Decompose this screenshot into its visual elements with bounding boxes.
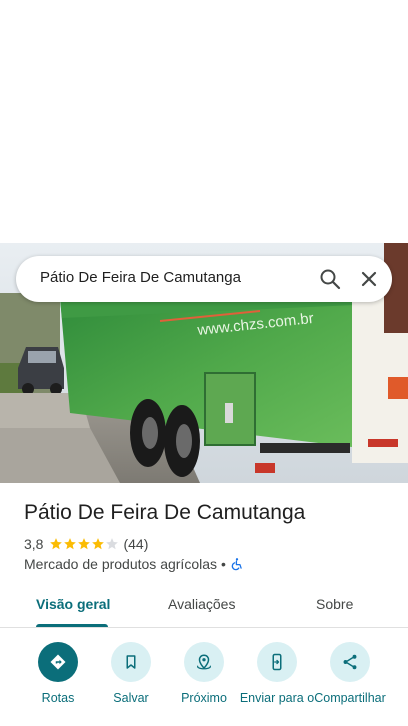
nearby-label: Próximo [181, 691, 227, 705]
search-input[interactable]: Pátio De Feira De Camutanga [40, 269, 290, 286]
star-icon [78, 538, 91, 550]
search-icon[interactable] [318, 267, 342, 291]
category-row: Mercado de produtos agrícolas • [24, 556, 244, 572]
directions-icon [38, 642, 78, 682]
active-tab-indicator [36, 624, 108, 627]
place-title: Pátio De Feira De Camutanga [24, 501, 306, 524]
share-icon [330, 642, 370, 682]
save-button[interactable]: Salvar [91, 642, 171, 706]
share-label: Compartilhar [314, 691, 386, 705]
save-label: Salvar [113, 691, 149, 705]
tab-overview[interactable]: Visão geral [36, 596, 110, 612]
nearby-icon [184, 642, 224, 682]
close-icon[interactable] [356, 266, 382, 292]
separator-dot: • [221, 556, 226, 572]
send-to-phone-label: Enviar para o [239, 691, 315, 705]
directions-button[interactable]: Rotas [18, 642, 98, 706]
send-to-phone-button[interactable]: Enviar para o [237, 642, 317, 706]
place-category: Mercado de produtos agrícolas [24, 556, 217, 572]
star-icon [92, 538, 105, 550]
rating-value: 3,8 [24, 536, 44, 552]
rating-stars [49, 537, 119, 551]
wheelchair-accessible-icon [230, 557, 244, 571]
bookmark-icon [111, 642, 151, 682]
review-count: (44) [123, 536, 149, 552]
send-to-phone-icon [257, 642, 297, 682]
rating-row[interactable]: 3,8 (44) [24, 536, 148, 552]
star-icon [50, 538, 63, 550]
place-tabs: Visão geral Avaliações Sobre [0, 584, 408, 628]
tab-about[interactable]: Sobre [316, 596, 353, 612]
share-button[interactable]: Compartilhar [310, 642, 390, 706]
directions-label: Rotas [41, 691, 75, 705]
map-area-blank [0, 0, 408, 243]
tab-reviews[interactable]: Avaliações [168, 596, 235, 612]
star-icon [64, 538, 77, 550]
nearby-button[interactable]: Próximo [164, 642, 244, 706]
search-bar[interactable]: Pátio De Feira De Camutanga [16, 256, 392, 302]
star-empty-icon [106, 538, 119, 550]
action-bar: Rotas Salvar Próximo Enviar para o Compa… [0, 629, 408, 726]
